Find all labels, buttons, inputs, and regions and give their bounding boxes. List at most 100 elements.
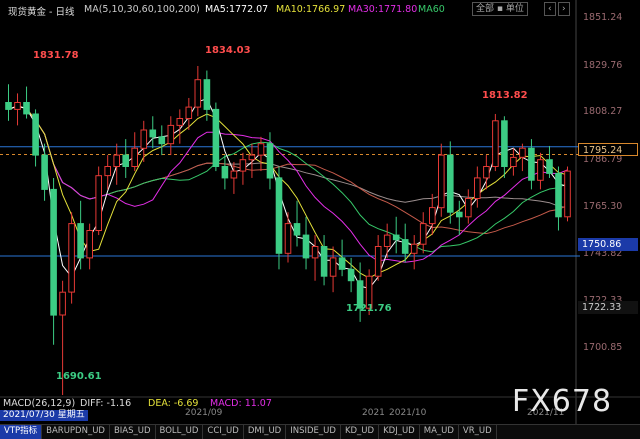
indicator-tabs: VTP指标 BARUPDN_UD BIAS_UD BOLL_UD CCI_UD … xyxy=(0,424,640,439)
tab-indicator[interactable]: BOLL_UD xyxy=(156,425,204,439)
candle-body xyxy=(374,246,382,277)
tab-indicator[interactable]: VR_UD xyxy=(459,425,497,439)
next-button[interactable]: › xyxy=(558,2,570,16)
candle-down xyxy=(50,177,57,345)
candle-up xyxy=(131,132,138,172)
candle-up xyxy=(86,223,94,270)
candle-body xyxy=(221,166,229,179)
candle-down xyxy=(320,235,328,286)
candle-body xyxy=(68,223,75,293)
candle-up xyxy=(113,143,121,185)
candle-up xyxy=(419,212,427,254)
candle-down xyxy=(401,223,409,263)
ma5-value: MA5:1772.07 xyxy=(205,4,269,15)
candle-down xyxy=(158,125,166,156)
candle-body xyxy=(248,154,256,161)
candle-up xyxy=(383,223,391,258)
candle-down xyxy=(23,86,30,119)
candle-down xyxy=(5,84,12,121)
tab-indicator[interactable]: KD_UD xyxy=(341,425,380,439)
candle-up xyxy=(537,152,544,190)
candle-body xyxy=(311,246,319,259)
candle-up xyxy=(374,235,382,281)
macd-diff: DIFF: -1.16 xyxy=(80,398,132,409)
ma30-value: MA30:1771.80 xyxy=(348,4,418,15)
tab-indicator[interactable]: KDJ_UD xyxy=(379,425,420,439)
candle-body xyxy=(338,257,346,270)
tab-indicator[interactable]: BIAS_UD xyxy=(110,425,156,439)
candle-body xyxy=(41,154,48,190)
candle-up xyxy=(329,246,337,293)
candle-down xyxy=(392,216,400,254)
candle-body xyxy=(5,102,12,110)
candle-body xyxy=(59,291,66,316)
candle-down xyxy=(275,166,283,270)
candle-up xyxy=(194,65,202,117)
tab-indicator[interactable]: VTP指标 xyxy=(0,425,43,439)
candle-body xyxy=(122,154,130,168)
candle-body xyxy=(501,120,508,168)
candle-body xyxy=(320,246,328,277)
candle-body xyxy=(275,177,283,254)
candle-body xyxy=(257,143,265,156)
x-axis-label: 2021 xyxy=(362,408,385,418)
candle-down xyxy=(501,116,508,178)
tab-indicator[interactable]: INSIDE_UD xyxy=(286,425,341,439)
scope-dropdown[interactable]: 全部 ▪ 单位 xyxy=(472,2,528,16)
chart-title-bar: 现货黄金 - 日线 MA(5,10,30,60,100,200) MA5:177… xyxy=(0,0,640,18)
candle-body xyxy=(95,175,103,231)
candle-body xyxy=(474,177,481,199)
ma200-line xyxy=(8,105,568,209)
candle-body xyxy=(465,198,472,218)
candle-down xyxy=(212,102,220,172)
candle-body xyxy=(456,211,463,218)
candle-up xyxy=(564,166,571,222)
candle-body xyxy=(185,106,193,119)
prev-button[interactable]: ‹ xyxy=(544,2,556,16)
candle-down xyxy=(555,166,562,231)
candle-body xyxy=(401,239,409,254)
candle-body xyxy=(32,113,39,156)
candle-body xyxy=(302,234,310,259)
candle-body xyxy=(104,166,112,177)
candle-body xyxy=(293,223,301,236)
candle-body xyxy=(392,234,400,241)
candle-body xyxy=(329,257,337,277)
candle-up xyxy=(465,189,472,224)
lower-price-label: 1722.33 xyxy=(578,301,638,314)
candle-body xyxy=(86,230,94,259)
watermark-logo: FX678 xyxy=(512,384,613,419)
candle-down xyxy=(338,239,346,277)
candle-body xyxy=(438,154,445,209)
ma10-value: MA10:1766.97 xyxy=(276,4,346,15)
tab-indicator[interactable]: DMI_UD xyxy=(244,425,287,439)
candle-up xyxy=(311,235,319,281)
candle-body xyxy=(383,234,391,248)
macd-label: MACD(26,12,9) xyxy=(3,398,76,409)
tab-indicator[interactable]: CCI_UD xyxy=(203,425,244,439)
candle-down xyxy=(122,139,130,178)
candle-body xyxy=(537,159,544,181)
price-tick: 1700.85 xyxy=(583,342,623,353)
price-tick: 1808.27 xyxy=(583,106,623,117)
candle-body xyxy=(113,154,121,168)
high-annotation: 1813.82 xyxy=(482,90,528,101)
price-tick: 1851.24 xyxy=(583,12,623,23)
candle-body xyxy=(510,156,517,167)
candle-body xyxy=(429,207,436,225)
tab-indicator[interactable]: BARUPDN_UD xyxy=(42,425,110,439)
candle-down xyxy=(203,70,211,121)
candle-up xyxy=(68,212,75,304)
candle-body xyxy=(131,147,138,167)
candle-body xyxy=(77,223,84,259)
candle-body xyxy=(528,147,535,181)
candle-body xyxy=(419,223,427,245)
candle-down xyxy=(447,141,454,224)
x-axis-label: 2021/10 xyxy=(389,408,427,418)
x-axis-label: 2021/09 xyxy=(185,408,223,418)
candle-body xyxy=(158,136,166,145)
candle-down xyxy=(32,109,39,167)
candle-body xyxy=(194,79,202,108)
candle-up xyxy=(474,166,481,208)
tab-indicator[interactable]: MA_UD xyxy=(420,425,459,439)
